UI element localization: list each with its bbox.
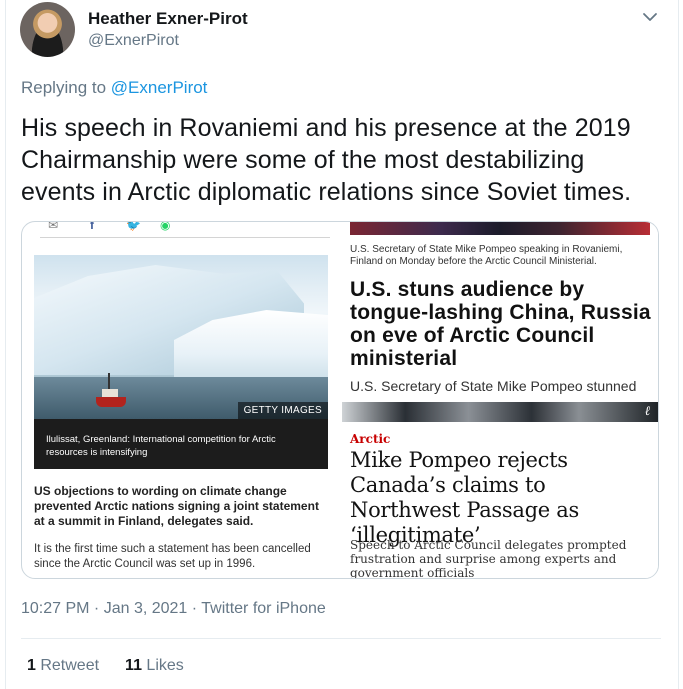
replying-prefix: Replying to: [21, 78, 111, 97]
twitter-icon[interactable]: 🐦: [126, 222, 141, 232]
article-right-bottom[interactable]: ℓ Arctic Mike Pompeo rejects Canada’s cl…: [340, 402, 658, 579]
photo-caption: Ilulissat, Greenland: International comp…: [34, 419, 328, 469]
boat-hull-shape: [96, 397, 126, 407]
retweets-count: 1: [27, 657, 36, 674]
mail-icon[interactable]: ✉: [48, 222, 58, 232]
retweets-stat[interactable]: 1 Retweet: [27, 657, 99, 674]
retweets-label: Retweet: [35, 657, 100, 674]
media-divider: [340, 222, 341, 578]
greenland-photo: GETTY IMAGES: [34, 255, 328, 419]
article-summary: U.S. Secretary of State Mike Pompeo stun…: [350, 378, 637, 394]
expand-icon: ℓ: [644, 404, 650, 419]
share-row: ✉ f 🐦 ◉: [40, 222, 330, 238]
article-body: It is the first time such a statement ha…: [34, 543, 311, 570]
likes-label: Likes: [141, 657, 184, 674]
article-photo-strip: [350, 222, 650, 235]
photo-caption: U.S. Secretary of State Mike Pompeo spea…: [350, 244, 623, 267]
facebook-icon[interactable]: f: [90, 222, 94, 232]
section-tag: Arctic: [350, 432, 391, 446]
article-headline: U.S. stuns audience by tongue-lashing Ch…: [350, 278, 651, 370]
divider: [21, 638, 661, 639]
photo-credit: GETTY IMAGES: [237, 402, 328, 419]
boat-cabin-shape: [102, 389, 118, 397]
likes-stat[interactable]: 11 Likes: [125, 657, 184, 674]
article-photo-strip: ℓ: [342, 402, 658, 422]
article-left[interactable]: ✉ f 🐦 ◉ GETTY IMAGES Ilulissat, Greenlan…: [22, 222, 340, 578]
reply-mention-link[interactable]: @ExnerPirot: [111, 78, 208, 97]
tweet-media[interactable]: ✉ f 🐦 ◉ GETTY IMAGES Ilulissat, Greenlan…: [21, 221, 659, 579]
tweet-meta: 10:27 PM · Jan 3, 2021 · Twitter for iPh…: [21, 600, 326, 618]
author-handle[interactable]: @ExnerPirot: [88, 32, 179, 50]
tweet-source-link[interactable]: Twitter for iPhone: [201, 600, 326, 617]
author-name[interactable]: Heather Exner-Pirot: [88, 9, 248, 29]
tweet-date-link[interactable]: Jan 3, 2021: [104, 600, 188, 617]
article-right-top[interactable]: U.S. Secretary of State Mike Pompeo spea…: [340, 222, 658, 402]
article-lead: US objections to wording on climate chan…: [34, 484, 319, 528]
likes-count: 11: [125, 657, 142, 674]
meta-separator: ·: [187, 600, 202, 617]
article-summary: Speech to Arctic Council delegates promp…: [350, 538, 627, 579]
whatsapp-icon[interactable]: ◉: [160, 222, 170, 232]
replying-to: Replying to @ExnerPirot: [21, 78, 207, 98]
tweet-time-link[interactable]: 10:27 PM: [21, 600, 89, 617]
tweet-text: His speech in Rovaniemi and his presence…: [21, 114, 632, 206]
meta-separator: ·: [89, 600, 104, 617]
tweet-stats: 1 Retweet 11 Likes: [27, 657, 184, 675]
article-headline: Mike Pompeo rejects Canada’s claims to N…: [350, 448, 579, 547]
chevron-down-icon[interactable]: [640, 8, 660, 26]
avatar[interactable]: [20, 2, 75, 57]
